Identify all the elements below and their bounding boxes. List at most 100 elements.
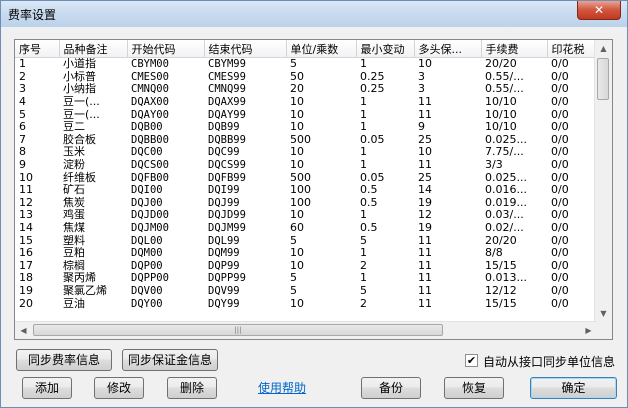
table-cell: 5 [290,234,297,247]
table-cell: 10 [290,259,304,272]
table-cell: 0.5 [360,196,378,209]
scroll-up-icon[interactable]: ▲ [595,40,612,57]
column-header[interactable]: 序号 [15,40,60,58]
horizontal-scroll-thumb[interactable]: ||| [33,324,443,336]
table-cell: 0.5 [360,221,378,235]
title-bar[interactable]: 费率设置 ✕ [1,1,627,27]
table-cell: DQJM00 [131,222,169,235]
add-button[interactable]: 添加 [22,377,72,399]
table-cell: 1 [360,120,367,134]
table-row[interactable]: 4 豆一(... DQAX00 DQAX99 10 1 11 10/10 0/0 [15,96,595,109]
table-cell: 100 [290,183,311,197]
table-row[interactable]: 19 聚氯乙烯 DQV00 DQV99 5 5 11 12/12 0/0 [15,285,595,298]
table-row[interactable]: 5 豆一(... DQAY00 DQAY99 10 1 11 10/10 0/0 [15,108,595,121]
table-cell: 0.25 [360,70,385,83]
table-cell: 12 [418,209,432,222]
table-cell: 19 [418,196,432,209]
table-cell: 3 [418,70,425,83]
table-row[interactable]: 9 淀粉 DQCS00 DQCS99 10 1 11 3/3 0/0 [15,159,595,172]
table-cell: 1 [360,272,367,285]
auto-sync-checkbox[interactable]: ✔ [465,354,478,367]
table-cell: 10/10 [485,108,517,121]
table-cell: 焦炭 [63,196,85,209]
table-row[interactable]: 6 豆二 DQB00 DQB99 10 1 9 10/10 0/0 [15,121,595,134]
table-cell: 0.025... [485,171,527,184]
table-row[interactable]: 12 焦炭 DQJ00 DQJ99 100 0.5 19 0.019... 0/0 [15,197,595,210]
help-link[interactable]: 使用帮助 [258,379,306,396]
column-header[interactable]: 印花税 [547,40,596,58]
table-cell: 豆油 [63,297,85,310]
table-cell: 11 [418,108,432,121]
table-cell: 0.05 [360,133,385,146]
table-cell: 11 [418,284,432,297]
column-header[interactable]: 结束代码 [204,40,287,58]
table-cell: DQFB00 [131,171,169,184]
table-row[interactable]: 8 玉米 DQC00 DQC99 10 1 10 7.75/... 0/0 [15,146,595,159]
table-cell: 棕榈 [63,259,85,272]
table-row[interactable]: 10 纤维板 DQFB00 DQFB99 500 0.05 25 0.025... 0/0 [15,171,595,184]
table-row[interactable]: 1 小道指 CBYM00 CBYM99 5 1 10 20/20 0/0 [15,58,595,71]
table-cell: 5 [360,284,367,297]
table-row[interactable]: 16 豆粕 DQM00 DQM99 10 1 11 8/8 0/0 [15,247,595,260]
table-cell: 1 [360,158,367,172]
backup-button[interactable]: 备份 [361,377,421,399]
table-cell: 0/0 [551,272,569,285]
column-header[interactable]: 手续费 [481,40,548,58]
table-row[interactable]: 11 矿石 DQI00 DQI99 100 0.5 14 0.016... 0/0 [15,184,595,197]
fee-settings-window: 费率设置 ✕ 序号 品种备注 开始代码 结束代码 单位/乘数 最小变动 多头保... 手续费印… [0,0,628,408]
close-button[interactable]: ✕ [577,1,621,20]
table-row[interactable]: 7 胶合板 DQBB00 DQBB99 500 0.05 25 0.025... 0/0 [15,134,595,147]
column-header[interactable]: 多头保... [414,40,482,58]
table-cell: 6 [19,120,26,134]
modify-button[interactable]: 修改 [94,377,144,399]
column-header[interactable]: 开始代码 [127,40,205,58]
table-row[interactable]: 15 塑料 DQL00 DQL99 5 5 11 20/20 0/0 [15,234,595,247]
column-header[interactable]: 单位/乘数 [286,40,357,58]
table-cell: DQJ00 [131,196,163,209]
ok-button[interactable]: 确定 [530,377,617,399]
table-cell: 10 [290,246,304,260]
vertical-scroll-thumb[interactable] [597,58,609,100]
table-cell: 0/0 [551,158,569,172]
table-cell: 11 [418,158,432,172]
table-cell: 17 [19,259,33,272]
table-cell: 14 [418,183,432,197]
vertical-scrollbar[interactable]: ▲ ▼ [594,40,612,322]
table-cell: 0.55/... [485,70,524,83]
restore-button[interactable]: 恢复 [444,377,504,399]
table-row[interactable]: 3 小纳指 CMNQ00 CMNQ99 20 0.25 3 0.55/... 0/0 [15,83,595,96]
table-row[interactable]: 17 棕榈 DQP00 DQP99 10 2 11 15/15 0/0 [15,260,595,273]
table-cell: 0/0 [551,83,569,96]
table-row[interactable]: 2 小标普 CMES00 CMES99 50 0.25 3 0.55/... 0/0 [15,71,595,84]
table-cell: 14 [19,221,33,235]
table-cell: 10 [290,108,304,121]
table-cell: 1 [360,95,367,109]
horizontal-scrollbar[interactable]: ◀ ||| ▶ [15,321,597,339]
table-cell: 25 [418,133,432,146]
table-cell: 1 [360,146,367,159]
table-row[interactable]: 13 鸡蛋 DQJD00 DQJD99 10 1 12 0.03/... 0/0 [15,209,595,222]
table-cell: 5 [290,284,297,297]
table-cell: 1 [360,209,367,222]
table-cell: 5 [19,108,26,121]
column-header[interactable]: 最小变动 [356,40,415,58]
table-row[interactable]: 14 焦煤 DQJM00 DQJM99 60 0.5 19 0.02/... 0/0 [15,222,595,235]
sync-fee-button[interactable]: 同步费率信息 [16,349,112,371]
table-cell: 鸡蛋 [63,209,85,222]
table-cell: 10 [290,209,304,222]
table-cell: 0/0 [551,57,569,71]
table-row[interactable]: 18 聚丙烯 DQPP00 DQPP99 5 1 11 0.013... 0/0 [15,272,595,285]
column-header[interactable]: 品种备注 [59,40,128,58]
table-cell: 小标普 [63,70,96,83]
table-cell: 50 [290,70,304,83]
table-cell: DQI00 [131,184,163,197]
scroll-down-icon[interactable]: ▼ [595,305,612,322]
sync-margin-button[interactable]: 同步保证金信息 [122,349,218,371]
delete-button[interactable]: 删除 [167,377,217,399]
table-cell: 纤维板 [63,171,96,184]
table-cell: 0/0 [551,209,569,222]
table-cell: 0.03/... [485,209,524,222]
table-cell: 0/0 [551,171,569,184]
table-row[interactable]: 20 豆油 DQY00 DQY99 10 2 11 15/15 0/0 [15,297,595,310]
scroll-left-icon[interactable]: ◀ [15,322,32,339]
